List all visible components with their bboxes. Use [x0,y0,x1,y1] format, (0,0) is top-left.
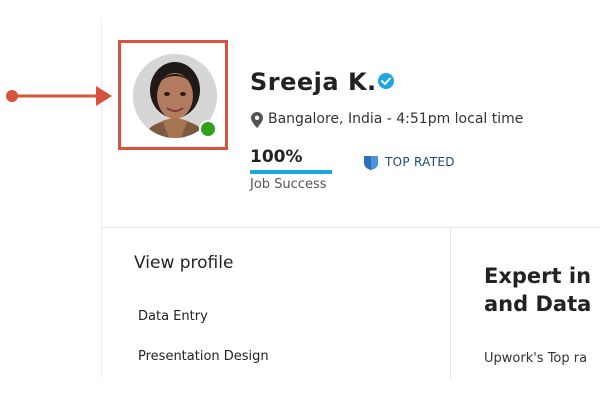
online-status-indicator [199,120,217,138]
job-success-label: Job Success [250,177,327,192]
profile-title-line-1: Expert in [484,264,592,288]
view-profile-heading: View profile [134,253,234,273]
section-divider [101,227,600,228]
top-rated-badge: TOP RATED [385,155,455,169]
sidebar-item-data-entry[interactable]: Data Entry [138,309,208,324]
job-success-value: 100% [250,147,303,167]
profile-title-line-2: and Data [484,292,592,316]
verified-check-icon [378,73,394,89]
sidebar-item-presentation-design[interactable]: Presentation Design [138,349,269,364]
profile-name: Sreeja K. [250,68,377,96]
profile-description: Upwork's Top ra [484,351,588,366]
map-pin-icon [251,112,263,128]
column-divider [450,228,451,378]
location-text: Bangalore, India - 4:51pm local time [268,111,524,127]
shield-badge-icon [364,156,378,170]
arrow-right-icon [6,86,112,106]
profile-title: Expert in and Data [484,262,600,318]
job-success-bar-fill [250,170,332,174]
